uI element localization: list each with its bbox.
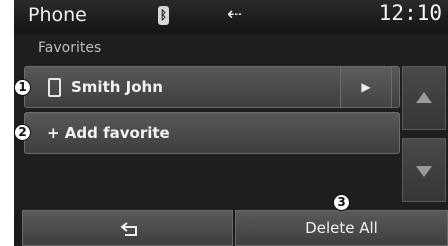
favorite-play-button[interactable]: ▶ [340, 66, 392, 108]
status-bar: Phone ᛒ ⇠ 12:10 [14, 0, 448, 34]
play-arrow-icon: ▶ [361, 80, 371, 94]
back-icon [120, 222, 137, 236]
callout-3: 3 [333, 194, 350, 211]
back-button[interactable] [22, 210, 233, 246]
bottom-bar: Delete All [14, 210, 448, 246]
arrow-up-icon [416, 92, 432, 103]
delete-all-button[interactable]: Delete All [235, 210, 448, 246]
delete-all-label: Delete All [305, 219, 378, 237]
phone-favorites-screen: Phone ᛒ ⇠ 12:10 Favorites Smith John ▶ +… [14, 0, 448, 246]
scroll-up-button[interactable] [402, 66, 446, 130]
add-favorite-label: + Add favorite [47, 124, 170, 142]
screen-subtitle: Favorites [38, 40, 102, 56]
bluetooth-icon: ᛒ [158, 6, 169, 25]
usb-icon: ⇠ [227, 4, 243, 25]
callout-2: 2 [14, 124, 31, 141]
add-favorite-item[interactable]: + Add favorite [24, 112, 400, 154]
app-title: Phone [28, 4, 87, 26]
clock: 12:10 [378, 1, 442, 25]
scroll-down-button[interactable] [402, 138, 446, 202]
phone-icon [48, 78, 61, 97]
favorite-name: Smith John [71, 78, 163, 96]
arrow-down-icon [416, 166, 432, 177]
callout-1: 1 [14, 79, 31, 96]
